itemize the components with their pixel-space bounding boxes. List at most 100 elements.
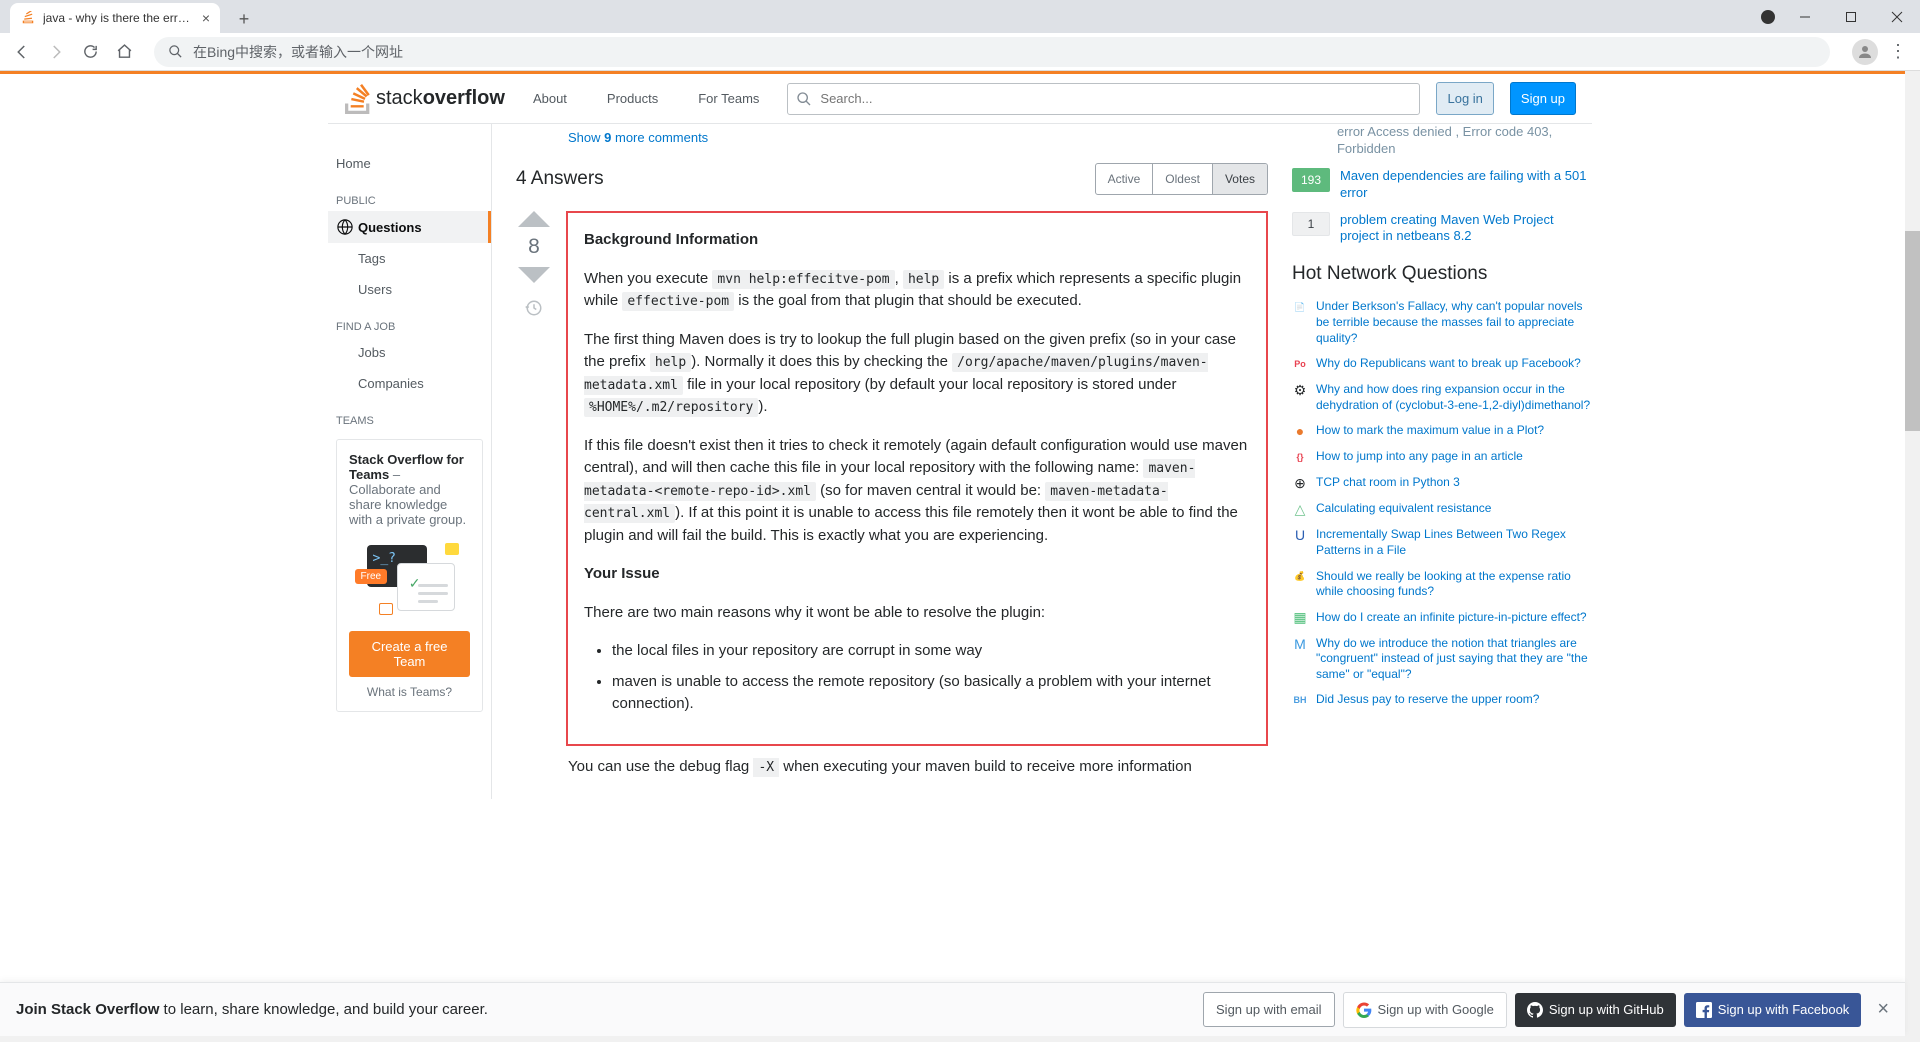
signup-facebook-button[interactable]: Sign up with Facebook — [1684, 993, 1862, 1027]
related-link[interactable]: error Access denied , Error code 403, Fo… — [1337, 124, 1592, 158]
site-icon: △ — [1292, 501, 1308, 517]
site-icon: ⊕ — [1292, 475, 1308, 491]
browser-nav-bar: 在Bing中搜索，或者输入一个网址 ⋮ — [0, 33, 1920, 71]
sort-tabs: Active Oldest Votes — [1095, 163, 1268, 195]
sidebar-jobs[interactable]: Jobs — [328, 337, 491, 368]
hot-question: MWhy do we introduce the notion that tri… — [1292, 636, 1592, 683]
banner-text: Join Stack Overflow to learn, share know… — [16, 1001, 488, 1018]
show-more-comments[interactable]: Show 9 more comments — [516, 124, 1268, 163]
related-link[interactable]: problem creating Maven Web Project proje… — [1340, 212, 1592, 246]
upvote-icon[interactable] — [518, 211, 550, 227]
stackoverflow-logo[interactable]: stackoverflow — [344, 84, 505, 114]
hot-link[interactable]: TCP chat room in Python 3 — [1316, 475, 1460, 491]
history-icon[interactable] — [525, 299, 543, 322]
profile-icon[interactable] — [1852, 39, 1878, 65]
sidebar-companies[interactable]: Companies — [328, 368, 491, 399]
create-team-button[interactable]: Create a free Team — [349, 631, 470, 677]
forward-icon[interactable] — [42, 38, 70, 66]
horizontal-scrollbar[interactable] — [0, 1036, 1905, 1042]
sort-votes[interactable]: Votes — [1212, 164, 1267, 194]
answers-count: 4 Answers — [516, 168, 604, 190]
nav-about[interactable]: About — [521, 85, 579, 112]
hot-link[interactable]: Did Jesus pay to reserve the upper room? — [1316, 692, 1539, 708]
globe-icon — [336, 219, 354, 235]
downvote-icon[interactable] — [518, 267, 550, 283]
omnibox[interactable]: 在Bing中搜索，或者输入一个网址 — [154, 37, 1830, 67]
omnibox-placeholder: 在Bing中搜索，或者输入一个网址 — [193, 42, 403, 62]
sidebar-heading-public: PUBLIC — [328, 179, 491, 211]
browser-tab[interactable]: java - why is there the error "N × — [10, 3, 220, 33]
minimize-icon[interactable] — [1782, 0, 1828, 33]
sidebar-tags[interactable]: Tags — [328, 243, 491, 274]
hot-question: PoWhy do Republicans want to break up Fa… — [1292, 356, 1592, 372]
signup-button[interactable]: Sign up — [1510, 82, 1576, 115]
hot-link[interactable]: Why do we introduce the notion that tria… — [1316, 636, 1592, 683]
signup-github-button[interactable]: Sign up with GitHub — [1515, 993, 1676, 1027]
back-icon[interactable] — [8, 38, 36, 66]
banner-close-icon[interactable]: × — [1877, 998, 1889, 1021]
sidebar-users[interactable]: Users — [328, 274, 491, 305]
tab-favicon-icon — [20, 10, 36, 26]
related-link[interactable]: Maven dependencies are failing with a 50… — [1340, 168, 1592, 202]
github-icon — [1527, 1002, 1543, 1018]
hot-question: BH Did Jesus pay to reserve the upper roo… — [1292, 692, 1592, 708]
nav-products[interactable]: Products — [595, 85, 670, 112]
left-sidebar: Home PUBLIC Questions Tags Users FIND A … — [328, 124, 492, 799]
chrome-account-icon[interactable] — [1761, 10, 1775, 24]
search-input[interactable] — [820, 91, 1411, 106]
nav-for-teams[interactable]: For Teams — [686, 85, 771, 112]
hot-questions-heading: Hot Network Questions — [1292, 263, 1592, 285]
sidebar-heading-teams: TEAMS — [328, 399, 491, 431]
what-is-teams-link[interactable]: What is Teams? — [349, 685, 470, 699]
search-icon — [168, 44, 183, 59]
sidebar-home[interactable]: Home — [328, 148, 491, 179]
answer-continuation: You can use the debug flag -X when execu… — [516, 746, 1268, 775]
signup-email-button[interactable]: Sign up with email — [1203, 992, 1335, 1027]
site-header: stackoverflow About Products For Teams L… — [328, 74, 1592, 124]
tab-close-icon[interactable]: × — [202, 10, 210, 26]
related-question: 1problem creating Maven Web Project proj… — [1292, 212, 1592, 246]
so-logo-icon — [344, 84, 372, 114]
related-question: 193 Maven dependencies are failing with a… — [1292, 168, 1592, 202]
sidebar-questions[interactable]: Questions — [328, 211, 491, 243]
reload-icon[interactable] — [76, 38, 104, 66]
home-icon[interactable] — [110, 38, 138, 66]
right-sidebar: error Access denied , Error code 403, Fo… — [1292, 124, 1592, 799]
vertical-scrollbar[interactable] — [1905, 71, 1920, 1042]
teams-promo-text: Stack Overflow for Teams – Collaborate a… — [349, 452, 470, 527]
browser-menu-icon[interactable]: ⋮ — [1884, 41, 1912, 62]
hot-link[interactable]: How do I create an infinite picture-in-p… — [1316, 610, 1587, 626]
sort-active[interactable]: Active — [1096, 164, 1153, 194]
hot-question: △ Calculating equivalent resistance — [1292, 501, 1592, 517]
sort-oldest[interactable]: Oldest — [1152, 164, 1212, 194]
hot-question: ⚙ Why and how does ring expansion occur i… — [1292, 382, 1592, 413]
maximize-icon[interactable] — [1828, 0, 1874, 33]
signup-google-button[interactable]: Sign up with Google — [1343, 992, 1507, 1028]
site-icon: 💰 — [1292, 569, 1308, 585]
site-icon: BH — [1292, 692, 1308, 708]
vote-column: 8 — [516, 211, 552, 746]
new-tab-button[interactable]: + — [230, 5, 258, 33]
login-button[interactable]: Log in — [1436, 82, 1493, 115]
hot-link[interactable]: Why and how does ring expansion occur in… — [1316, 382, 1592, 413]
hot-link[interactable]: How to mark the maximum value in a Plot? — [1316, 423, 1544, 439]
browser-tab-strip: java - why is there the error "N × + — [0, 0, 1920, 33]
site-icon: ⚙ — [1292, 382, 1308, 398]
close-window-icon[interactable] — [1874, 0, 1920, 33]
hot-link[interactable]: Calculating equivalent resistance — [1316, 501, 1491, 517]
signup-banner: Join Stack Overflow to learn, share know… — [0, 982, 1905, 1036]
hot-link[interactable]: Why do Republicans want to break up Face… — [1316, 356, 1581, 372]
vote-score: 8 — [528, 235, 540, 259]
hot-link[interactable]: How to jump into any page in an article — [1316, 449, 1523, 465]
site-search[interactable] — [787, 83, 1420, 115]
so-logo-text: stackoverflow — [376, 87, 505, 110]
hot-link[interactable]: Incrementally Swap Lines Between Two Reg… — [1316, 527, 1592, 558]
vote-badge: 193 — [1292, 168, 1330, 192]
teams-illustration: Free ✓ — [355, 539, 465, 619]
hot-link[interactable]: Under Berkson's Fallacy, why can't popul… — [1316, 299, 1592, 346]
site-icon: U — [1292, 527, 1308, 543]
hot-question: U Incrementally Swap Lines Between Two Re… — [1292, 527, 1592, 558]
hot-link[interactable]: Should we really be looking at the expen… — [1316, 569, 1592, 600]
hot-question: {}How to jump into any page in an articl… — [1292, 449, 1592, 465]
answer: 8 Background Information When you execut… — [516, 211, 1268, 746]
